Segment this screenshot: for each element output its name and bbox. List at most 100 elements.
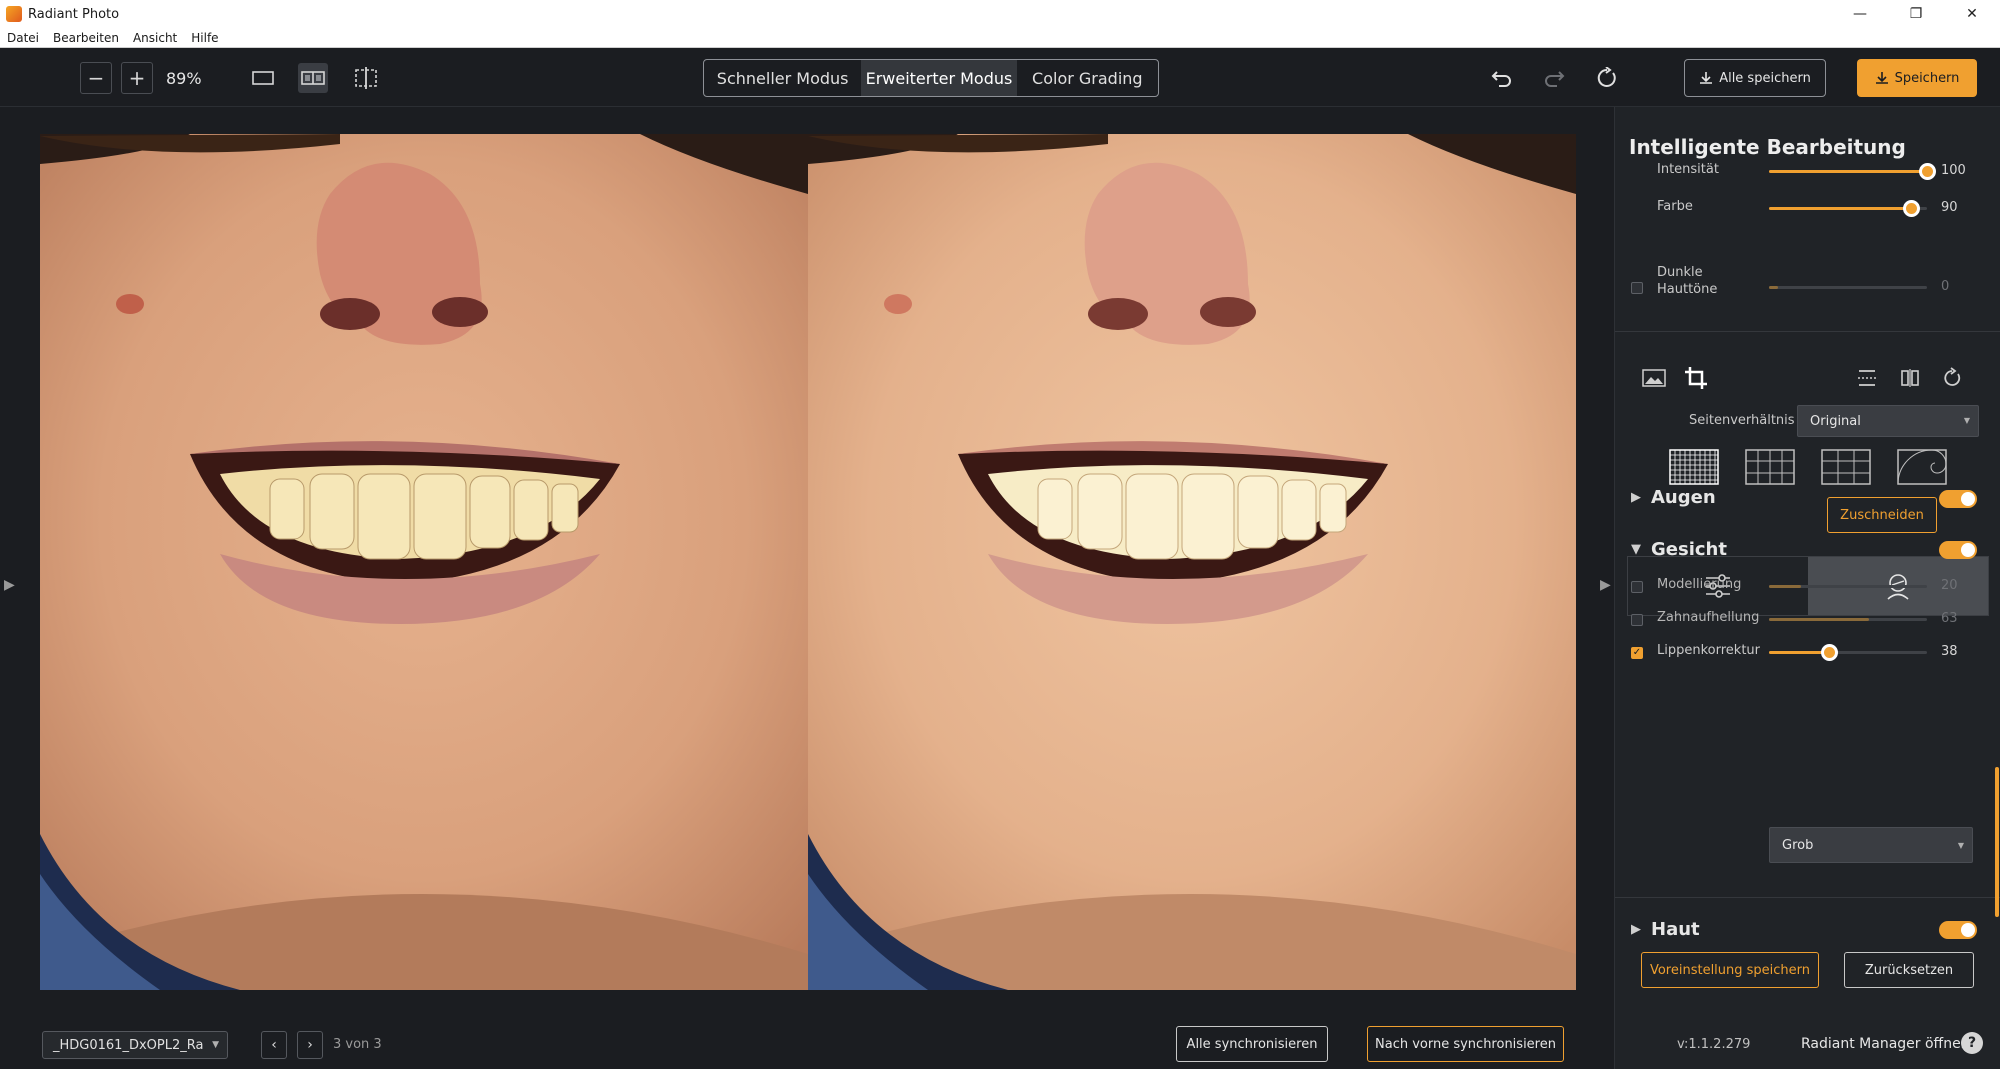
lip-detail-select[interactable]: Grob ▼: [1769, 827, 1973, 863]
minimize-button[interactable]: —: [1832, 0, 1888, 28]
caret-right-icon: ▶: [1631, 490, 1641, 505]
chevron-down-icon: ▼: [1963, 416, 1970, 425]
section-face[interactable]: ▼ Gesicht: [1631, 539, 1727, 560]
slider-value: 63: [1941, 611, 1958, 626]
save-all-label: Alle speichern: [1719, 70, 1811, 86]
slider-track[interactable]: [1769, 585, 1927, 588]
zoom-in-button[interactable]: +: [121, 62, 153, 94]
file-selector[interactable]: _HDG0161_DxOPL2_Ra ▼: [42, 1031, 228, 1059]
photo-after: [808, 134, 1576, 990]
slider-value: 0: [1941, 279, 1950, 294]
save-button[interactable]: Speichern: [1857, 59, 1977, 97]
slider-handle[interactable]: [1821, 644, 1839, 661]
section-eyes[interactable]: ▶ Augen: [1631, 487, 1716, 508]
face-toggle[interactable]: [1939, 541, 1977, 559]
undo-icon[interactable]: [1487, 63, 1517, 93]
chevron-down-icon: ▼: [1957, 841, 1964, 850]
aspect-ratio-label: Seitenverhältnis: [1689, 413, 1795, 428]
open-manager-link[interactable]: Radiant Manager öffnen: [1801, 1036, 1970, 1052]
save-preset-button[interactable]: Voreinstellung speichern: [1641, 952, 1819, 988]
skin-toggle[interactable]: [1939, 921, 1977, 939]
dark-skin-checkbox[interactable]: [1631, 282, 1643, 294]
lip-correction-checkbox[interactable]: ✓: [1631, 647, 1643, 659]
slider-value: 100: [1941, 163, 1966, 178]
slider-track[interactable]: [1769, 286, 1927, 289]
slider-teeth-whitening: Zahnaufhellung 63: [1615, 605, 2000, 635]
aspect-ratio-select[interactable]: Original ▼: [1797, 405, 1979, 437]
close-button[interactable]: ✕: [1944, 0, 2000, 28]
menu-hilfe[interactable]: Hilfe: [184, 31, 225, 45]
panel-title: Intelligente Bearbeitung: [1629, 135, 1906, 159]
flip-vertical-icon[interactable]: [1852, 363, 1882, 393]
reset-rotate-icon[interactable]: [1592, 63, 1622, 93]
toolbar: − + 89% Schneller Modus Erweiterter Modu…: [0, 49, 2000, 107]
app-logo-icon: [6, 6, 22, 22]
sync-front-button[interactable]: Nach vorne synchronisieren: [1367, 1026, 1564, 1062]
maximize-button[interactable]: ❐: [1888, 0, 1944, 28]
eyes-toggle[interactable]: [1939, 490, 1977, 508]
divider: [1615, 331, 2000, 332]
slider-track[interactable]: [1769, 200, 1927, 217]
photo-before: [40, 134, 808, 990]
save-all-button[interactable]: Alle speichern: [1684, 59, 1826, 97]
tab-advanced-mode[interactable]: Erweiterter Modus: [861, 60, 1017, 96]
menu-datei[interactable]: Datei: [0, 31, 46, 45]
slider-track[interactable]: [1769, 644, 1927, 661]
single-view-icon[interactable]: [248, 63, 278, 93]
split-view-icon[interactable]: [298, 63, 328, 93]
download-icon: [1875, 72, 1888, 84]
slider-label-line2: Hauttöne: [1657, 282, 1718, 297]
image-icon[interactable]: [1639, 363, 1669, 393]
panel-scrollbar[interactable]: [1995, 767, 1999, 917]
crop-button[interactable]: Zuschneiden: [1827, 497, 1937, 533]
slider-label: Farbe: [1657, 199, 1693, 214]
previous-image-button[interactable]: ‹: [261, 1031, 287, 1059]
teeth-whitening-checkbox[interactable]: [1631, 614, 1643, 626]
menu-bearbeiten[interactable]: Bearbeiten: [46, 31, 126, 45]
next-image-button[interactable]: ›: [297, 1031, 323, 1059]
right-panel-toggle-icon[interactable]: ▶: [1600, 577, 1611, 593]
grid-overlay-thirds[interactable]: [1821, 449, 1871, 485]
slider-handle[interactable]: [1919, 163, 1936, 180]
menu-ansicht[interactable]: Ansicht: [126, 31, 184, 45]
slider-handle[interactable]: [1903, 200, 1921, 217]
slider-dark-skin: Dunkle Hauttöne 0: [1615, 265, 2000, 303]
version-label: v:1.1.2.279: [1677, 1037, 1751, 1052]
zoom-out-button[interactable]: −: [80, 62, 112, 94]
crop-icon[interactable]: [1681, 363, 1711, 393]
menu-bar: Datei Bearbeiten Ansicht Hilfe: [0, 28, 2000, 48]
app-title: Radiant Photo: [28, 6, 120, 22]
sync-all-button[interactable]: Alle synchronisieren: [1176, 1026, 1328, 1062]
slider-label: Intensität: [1657, 162, 1719, 177]
slider-color: Farbe 90: [1615, 194, 2000, 224]
section-label: Gesicht: [1651, 539, 1727, 560]
slider-track[interactable]: [1769, 163, 1936, 180]
reset-button[interactable]: Zurücksetzen: [1844, 952, 1974, 988]
slider-intensity: Intensität 100: [1615, 157, 2000, 187]
footer-bar: _HDG0161_DxOPL2_Ra ▼ ‹ › 3 von 3 Alle sy…: [0, 1002, 1614, 1069]
slider-label: Lippenkorrektur: [1657, 643, 1760, 658]
grid-overlay-fine[interactable]: [1669, 449, 1719, 485]
rotate-icon[interactable]: [1937, 363, 1967, 393]
zoom-value: 89%: [166, 69, 202, 88]
slider-track[interactable]: [1769, 618, 1927, 621]
flip-horizontal-icon[interactable]: [1895, 363, 1925, 393]
left-panel-toggle-icon[interactable]: ▶: [4, 577, 15, 593]
section-skin[interactable]: ▶ Haut: [1631, 919, 1700, 940]
download-icon: [1700, 72, 1713, 84]
caret-down-icon: ▼: [1631, 542, 1641, 557]
lip-detail-value: Grob: [1782, 837, 1814, 853]
compare-slider-icon[interactable]: [351, 63, 381, 93]
modeling-checkbox[interactable]: [1631, 581, 1643, 593]
divider: [1615, 897, 2000, 898]
grid-overlay-quarters[interactable]: [1745, 449, 1795, 485]
title-bar: Radiant Photo — ❐ ✕: [0, 0, 2000, 28]
edit-panel: Intelligente Bearbeitung Intensität 100 …: [1614, 107, 2000, 1069]
grid-overlay-golden-spiral[interactable]: [1897, 449, 1947, 485]
tab-color-grading[interactable]: Color Grading: [1017, 60, 1158, 96]
tab-quick-mode[interactable]: Schneller Modus: [704, 60, 861, 96]
window-controls: — ❐ ✕: [1832, 0, 2000, 28]
save-label: Speichern: [1894, 70, 1960, 86]
help-icon[interactable]: ?: [1961, 1032, 1983, 1054]
redo-icon[interactable]: [1539, 63, 1569, 93]
